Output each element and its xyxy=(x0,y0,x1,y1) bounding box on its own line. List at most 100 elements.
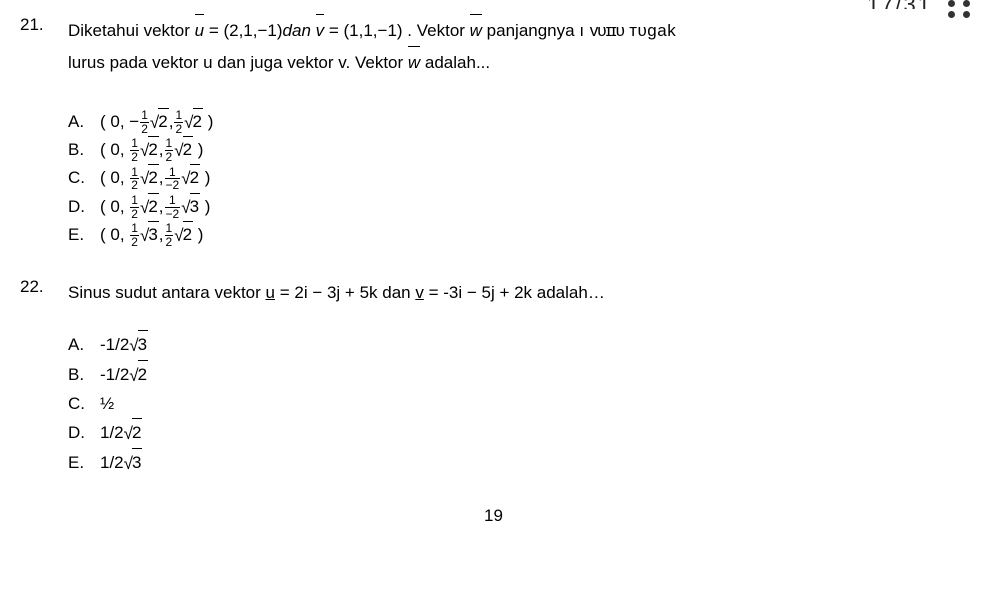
q21-d-frac2: 1−2 xyxy=(165,194,181,220)
q21-b-lp: ( 0, xyxy=(100,140,129,159)
q21-a-frac1: 12 xyxy=(140,109,149,135)
question-21-text: Diketahui vektor u = (2,1,−1)dan v = (1,… xyxy=(68,15,676,80)
question-22-number: 22. xyxy=(20,277,68,297)
q21-opt-a-label: A. xyxy=(68,109,100,135)
q22-e-pre: 1/2 xyxy=(100,453,124,472)
question-21: 21. Diketahui vektor u = (2,1,−1)dan v =… xyxy=(20,15,967,249)
q21-c-rp: ) xyxy=(200,168,210,187)
q22-mid2: = -3i − 5j + 2k adalah… xyxy=(424,283,605,302)
q21-opt-d-label: D. xyxy=(68,194,100,220)
q21-a-sqrt2: 2 xyxy=(193,108,203,135)
q21-c-frac2: 1−2 xyxy=(165,166,181,192)
q21-opt-c-label: C. xyxy=(68,165,100,191)
q21-c-lp: ( 0, xyxy=(100,168,129,187)
q21-a-neg: − xyxy=(129,112,139,131)
top-partial-text: 17/31 xyxy=(867,0,932,9)
q21-option-b: B. ( 0, 12√2,12√2 ) xyxy=(68,136,967,164)
q21-text-1c: panjangnya xyxy=(482,21,579,40)
q22-opt-c-label: C. xyxy=(68,390,100,418)
q21-a-rp: ) xyxy=(203,112,213,131)
q21-text-1b: . Vektor xyxy=(403,21,470,40)
q22-opt-b-value: -1/2√2 xyxy=(100,360,148,390)
q21-vec-v: v xyxy=(316,15,325,47)
q21-e-frac1: 12 xyxy=(130,222,139,248)
q21-eq2: = (1,1,−1) xyxy=(324,21,402,40)
question-22-body: 22. Sinus sudut antara vektor u = 2i − 3… xyxy=(20,277,967,309)
q22-opt-a-value: -1/2√3 xyxy=(100,330,148,360)
q22-a-sqrt: 3 xyxy=(138,330,148,359)
q21-text-2a: lurus pada vektor u dan juga vektor v. V… xyxy=(68,53,408,72)
q21-opt-c-value: ( 0, 12√2,1−2√2 ) xyxy=(100,164,210,192)
q22-option-a: A. -1/2√3 xyxy=(68,330,967,360)
q21-d-lp: ( 0, xyxy=(100,197,129,216)
q22-option-c: C. ½ xyxy=(68,390,967,418)
q22-mid1: = 2i − 3j + 5k dan xyxy=(275,283,415,302)
q21-option-c: C. ( 0, 12√2,1−2√2 ) xyxy=(68,164,967,192)
q21-vec-w: w xyxy=(470,15,482,47)
q22-opt-d-value: 1/2√2 xyxy=(100,418,142,448)
q22-vec-u: u xyxy=(266,283,275,302)
q21-e-sqrt1: 3 xyxy=(148,221,158,248)
q21-d-rp: ) xyxy=(200,197,210,216)
q21-opt-e-label: E. xyxy=(68,222,100,248)
q21-c-frac1: 12 xyxy=(130,166,139,192)
page-number: 19 xyxy=(20,506,967,526)
q21-a-sqrt1: 2 xyxy=(158,108,168,135)
q21-b-sqrt1: 2 xyxy=(148,136,158,163)
q21-vec-u: u xyxy=(195,15,204,47)
q21-e-rp: ) xyxy=(193,225,203,244)
q21-vec-w2: w xyxy=(408,47,420,79)
q21-e-lp: ( 0, xyxy=(100,225,129,244)
q21-option-d: D. ( 0, 12√2,1−2√3 ) xyxy=(68,193,967,221)
question-22: 22. Sinus sudut antara vektor u = 2i − 3… xyxy=(20,277,967,478)
q21-opt-b-value: ( 0, 12√2,12√2 ) xyxy=(100,136,203,164)
more-dots-icon xyxy=(948,0,972,18)
q21-option-a: A. ( 0, −12√2,12√2 ) xyxy=(68,108,967,136)
q22-d-sqrt: 2 xyxy=(132,418,142,447)
q22-e-sqrt: 3 xyxy=(132,448,142,477)
q22-a-pre: -1/2 xyxy=(100,335,129,354)
q21-e-frac2: 12 xyxy=(165,222,174,248)
q21-dan: dan xyxy=(283,21,311,40)
q22-opt-c-value: ½ xyxy=(100,390,114,418)
q22-vec-v: v xyxy=(415,283,424,302)
q21-opt-d-value: ( 0, 12√2,1−2√3 ) xyxy=(100,193,210,221)
q21-text-partial: ı ᴠᴜɪɪᴜ ᴛᴜgak xyxy=(579,21,676,40)
question-22-text: Sinus sudut antara vektor u = 2i − 3j + … xyxy=(68,277,605,309)
q21-b-sqrt2: 2 xyxy=(183,136,193,163)
q21-opt-e-value: ( 0, 12√3,12√2 ) xyxy=(100,221,203,249)
question-21-options: A. ( 0, −12√2,12√2 ) B. ( 0, 12√2,12√2 )… xyxy=(68,108,967,250)
q22-option-e: E. 1/2√3 xyxy=(68,448,967,478)
q21-text-2b: adalah... xyxy=(420,53,490,72)
q22-b-sqrt: 2 xyxy=(138,360,148,389)
q21-d-sqrt2: 3 xyxy=(190,193,200,220)
q21-b-frac1: 12 xyxy=(130,137,139,163)
q21-opt-a-value: ( 0, −12√2,12√2 ) xyxy=(100,108,213,136)
q22-text-a: Sinus sudut antara vektor xyxy=(68,283,266,302)
q22-opt-b-label: B. xyxy=(68,361,100,389)
q22-opt-a-label: A. xyxy=(68,331,100,359)
q21-d-sqrt1: 2 xyxy=(148,193,158,220)
q22-b-pre: -1/2 xyxy=(100,365,129,384)
q21-a-lp: ( 0, xyxy=(100,112,129,131)
question-22-options: A. -1/2√3 B. -1/2√2 C. ½ D. 1/2√2 E. 1/2… xyxy=(68,330,967,478)
q21-b-rp: ) xyxy=(193,140,203,159)
q22-option-b: B. -1/2√2 xyxy=(68,360,967,390)
q21-d-frac1: 12 xyxy=(130,194,139,220)
q22-option-d: D. 1/2√2 xyxy=(68,418,967,448)
q21-c-sqrt1: 2 xyxy=(148,164,158,191)
q21-text-1a: Diketahui vektor xyxy=(68,21,195,40)
q21-c-sqrt2: 2 xyxy=(190,164,200,191)
q21-e-sqrt2: 2 xyxy=(183,221,193,248)
q21-opt-b-label: B. xyxy=(68,137,100,163)
q22-opt-d-label: D. xyxy=(68,419,100,447)
q22-opt-e-value: 1/2√3 xyxy=(100,448,142,478)
question-21-number: 21. xyxy=(20,15,68,35)
question-21-body: 21. Diketahui vektor u = (2,1,−1)dan v =… xyxy=(20,15,967,80)
q21-b-frac2: 12 xyxy=(165,137,174,163)
q21-a-frac2: 12 xyxy=(174,109,183,135)
q22-opt-e-label: E. xyxy=(68,449,100,477)
q21-eq1: = (2,1,−1) xyxy=(204,21,282,40)
q21-option-e: E. ( 0, 12√3,12√2 ) xyxy=(68,221,967,249)
q22-d-pre: 1/2 xyxy=(100,423,124,442)
